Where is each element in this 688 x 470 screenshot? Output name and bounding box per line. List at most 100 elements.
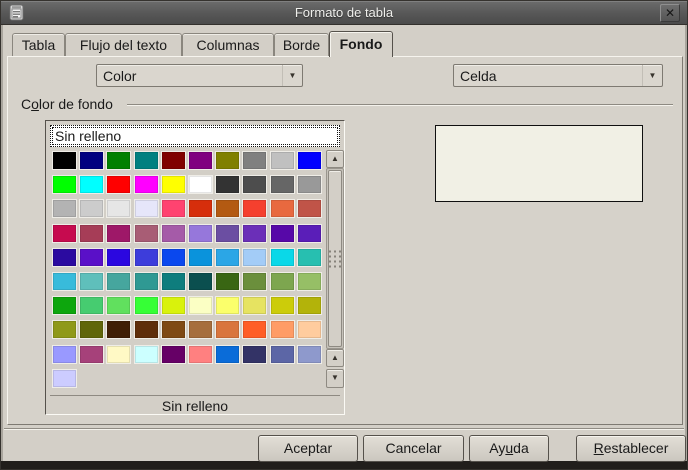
tab-borde[interactable]: Borde <box>274 33 329 56</box>
color-swatch[interactable] <box>79 272 104 291</box>
color-swatch[interactable] <box>188 345 213 364</box>
color-swatch[interactable] <box>242 272 267 291</box>
titlebar[interactable]: Formato de tabla ✕ <box>1 1 687 25</box>
color-swatch[interactable] <box>188 296 213 315</box>
color-swatch[interactable] <box>106 296 131 315</box>
color-swatch[interactable] <box>297 151 322 170</box>
tab-columnas[interactable]: Columnas <box>182 33 274 56</box>
color-swatch[interactable] <box>188 320 213 339</box>
color-swatch[interactable] <box>297 296 322 315</box>
color-swatch[interactable] <box>134 224 159 243</box>
palette-scrollbar[interactable]: ▲ ▲ ▼ <box>326 150 344 389</box>
color-swatch[interactable] <box>188 175 213 194</box>
color-swatch[interactable] <box>215 199 240 218</box>
color-swatch[interactable] <box>215 272 240 291</box>
color-swatch[interactable] <box>134 175 159 194</box>
color-swatch[interactable] <box>242 320 267 339</box>
color-swatch[interactable] <box>270 199 295 218</box>
color-swatch[interactable] <box>106 175 131 194</box>
color-swatch[interactable] <box>79 151 104 170</box>
color-swatch[interactable] <box>106 199 131 218</box>
color-swatch[interactable] <box>270 320 295 339</box>
scrollbar-thumb[interactable] <box>328 170 342 347</box>
color-swatch[interactable] <box>134 320 159 339</box>
color-swatch[interactable] <box>161 320 186 339</box>
no-fill-list-entry[interactable]: Sin relleno <box>50 125 340 147</box>
color-swatch[interactable] <box>79 175 104 194</box>
color-swatch[interactable] <box>79 248 104 267</box>
color-swatch[interactable] <box>134 199 159 218</box>
color-swatch[interactable] <box>188 151 213 170</box>
color-swatch[interactable] <box>134 296 159 315</box>
color-swatch[interactable] <box>270 345 295 364</box>
color-swatch[interactable] <box>215 151 240 170</box>
color-swatch[interactable] <box>270 175 295 194</box>
color-swatch[interactable] <box>270 272 295 291</box>
color-swatch[interactable] <box>106 272 131 291</box>
chevron-down-icon[interactable]: ▼ <box>642 65 662 86</box>
color-swatch[interactable] <box>52 248 77 267</box>
color-swatch[interactable] <box>215 296 240 315</box>
color-swatch[interactable] <box>106 224 131 243</box>
color-swatch[interactable] <box>134 345 159 364</box>
color-swatch[interactable] <box>270 224 295 243</box>
tab-fondo[interactable]: Fondo <box>329 31 393 57</box>
color-swatch[interactable] <box>161 272 186 291</box>
color-swatch[interactable] <box>106 248 131 267</box>
color-swatch[interactable] <box>297 320 322 339</box>
color-swatch[interactable] <box>134 248 159 267</box>
color-swatch[interactable] <box>242 345 267 364</box>
close-button[interactable]: ✕ <box>660 4 680 22</box>
color-swatch[interactable] <box>215 175 240 194</box>
color-swatch[interactable] <box>79 320 104 339</box>
color-swatch[interactable] <box>297 272 322 291</box>
color-swatch[interactable] <box>161 345 186 364</box>
color-swatch[interactable] <box>79 199 104 218</box>
color-swatch[interactable] <box>270 248 295 267</box>
color-swatch[interactable] <box>242 151 267 170</box>
color-swatch[interactable] <box>161 199 186 218</box>
como-dropdown[interactable]: Color ▼ <box>96 64 303 87</box>
color-swatch[interactable] <box>270 151 295 170</box>
color-swatch[interactable] <box>79 224 104 243</box>
scrollbar-track[interactable] <box>326 168 344 349</box>
color-swatch[interactable] <box>106 345 131 364</box>
scroll-down-button[interactable]: ▼ <box>326 369 344 388</box>
color-swatch[interactable] <box>52 199 77 218</box>
chevron-down-icon[interactable]: ▼ <box>282 65 302 86</box>
color-swatch[interactable] <box>297 345 322 364</box>
color-swatch[interactable] <box>297 248 322 267</box>
accept-button[interactable]: Aceptar <box>258 435 358 462</box>
color-swatch[interactable] <box>297 224 322 243</box>
color-swatch[interactable] <box>297 175 322 194</box>
color-swatch[interactable] <box>297 199 322 218</box>
color-swatch[interactable] <box>161 224 186 243</box>
tab-flujo-del-texto[interactable]: Flujo del texto <box>65 33 182 56</box>
color-swatch[interactable] <box>52 345 77 364</box>
color-swatch[interactable] <box>188 224 213 243</box>
color-swatch[interactable] <box>106 151 131 170</box>
color-swatch[interactable] <box>79 296 104 315</box>
color-swatch[interactable] <box>161 151 186 170</box>
cancel-button[interactable]: Cancelar <box>363 435 464 462</box>
scroll-up-button-secondary[interactable]: ▲ <box>326 349 344 367</box>
color-swatch[interactable] <box>52 224 77 243</box>
color-swatch[interactable] <box>52 175 77 194</box>
color-swatch[interactable] <box>52 296 77 315</box>
color-swatch[interactable] <box>188 248 213 267</box>
color-swatch[interactable] <box>79 345 104 364</box>
help-button[interactable]: Ayuda <box>469 435 549 462</box>
color-swatch[interactable] <box>52 320 77 339</box>
color-swatch[interactable] <box>242 248 267 267</box>
color-swatch[interactable] <box>52 369 77 388</box>
color-swatch[interactable] <box>215 248 240 267</box>
color-swatch[interactable] <box>242 199 267 218</box>
color-swatch[interactable] <box>52 151 77 170</box>
color-swatch[interactable] <box>215 345 240 364</box>
color-swatch[interactable] <box>242 224 267 243</box>
color-swatch[interactable] <box>242 296 267 315</box>
color-swatch[interactable] <box>161 175 186 194</box>
color-swatch[interactable] <box>215 224 240 243</box>
color-swatch[interactable] <box>188 272 213 291</box>
scroll-up-button[interactable]: ▲ <box>326 150 344 168</box>
